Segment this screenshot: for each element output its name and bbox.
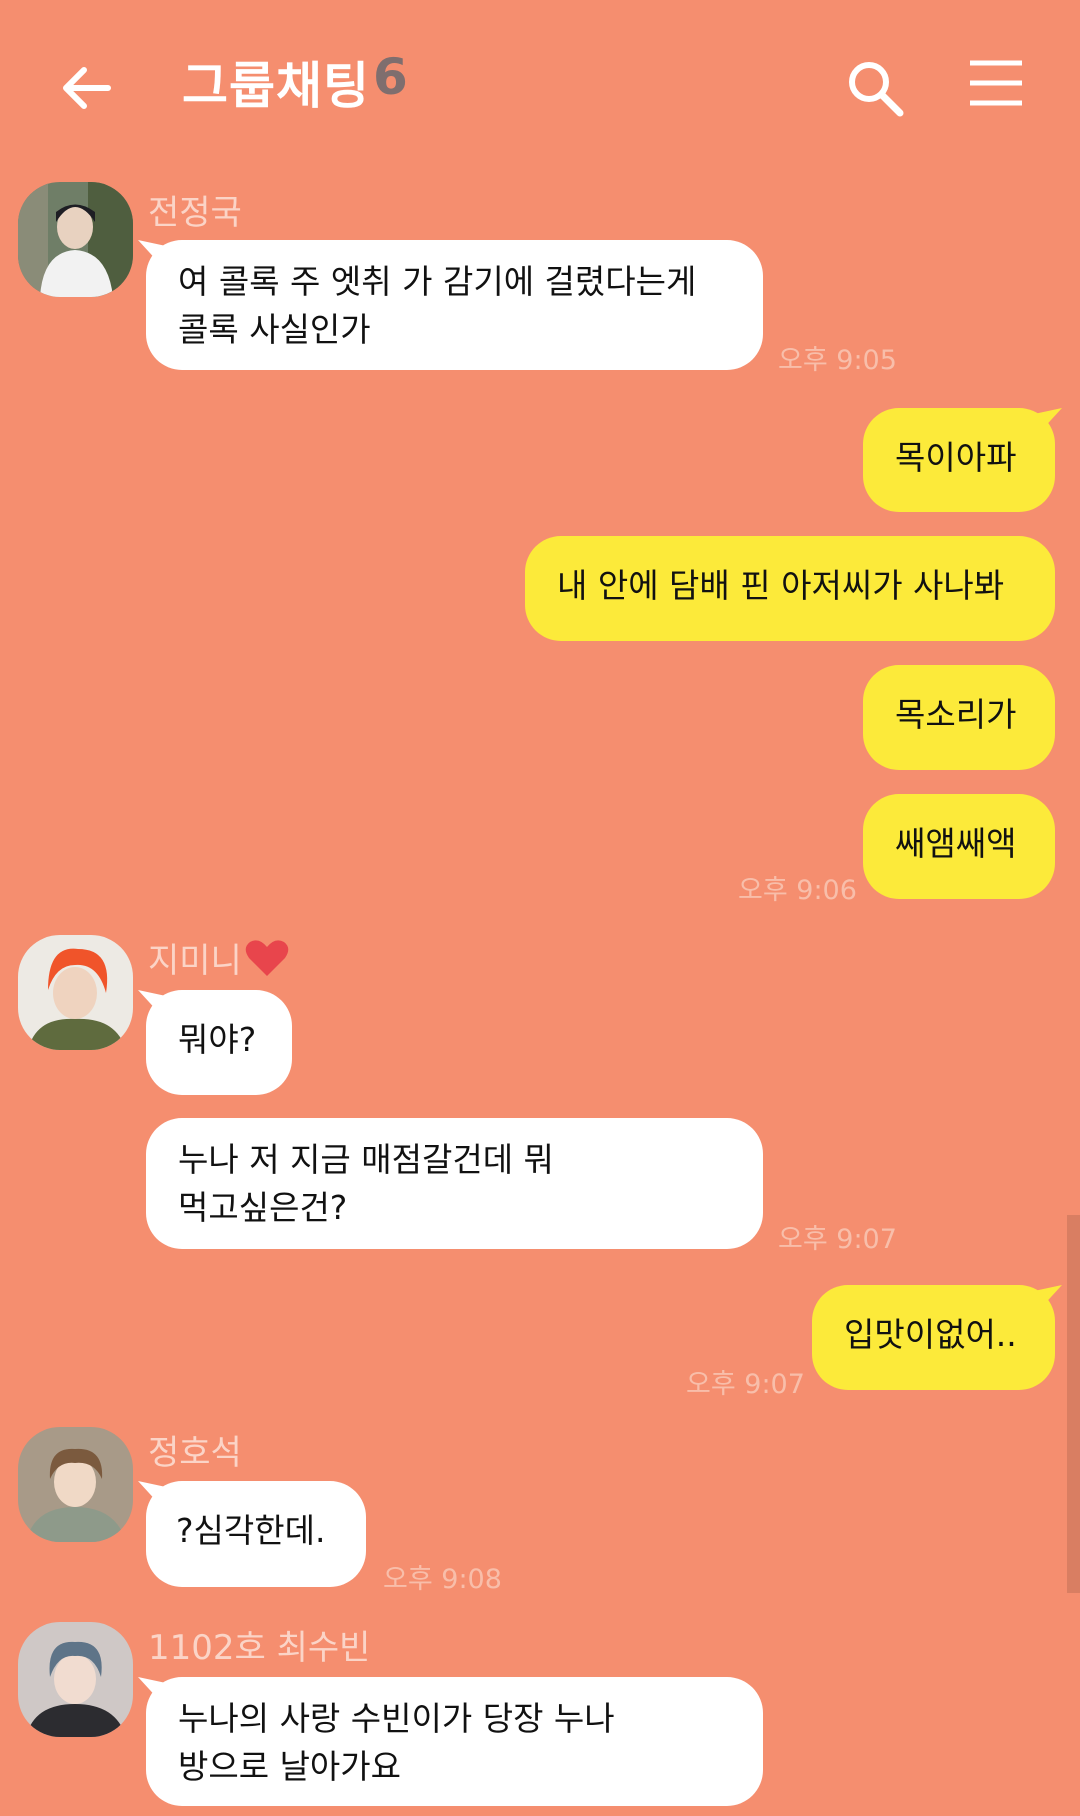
sender-name: 전정국 xyxy=(148,193,242,233)
bubble-tail xyxy=(138,240,166,264)
message-bubble[interactable]: 뭐야? xyxy=(146,990,292,1095)
message-time: 오후 9:06 xyxy=(738,875,857,906)
message-bubble[interactable]: 목이아파 xyxy=(863,408,1055,512)
avatar-soobin[interactable] xyxy=(18,1622,133,1737)
message-bubble[interactable]: 쌔앰쌔액 xyxy=(863,794,1055,899)
message-text: 내 안에 담배 핀 아저씨가 사나봐 xyxy=(557,566,1005,605)
bubble-tail xyxy=(138,1481,166,1505)
chat-header: 그룹채팅 6 xyxy=(0,0,1080,170)
message-text: 목이아파 xyxy=(895,438,1017,477)
avatar-hoseok[interactable] xyxy=(18,1427,133,1542)
hamburger-menu-icon[interactable] xyxy=(968,58,1024,108)
scrollbar[interactable] xyxy=(1067,1215,1080,1593)
message-bubble[interactable]: 목소리가 xyxy=(863,665,1055,770)
sender-name: 정호석 xyxy=(148,1433,242,1473)
heart-icon xyxy=(245,940,289,976)
member-count: 6 xyxy=(373,48,408,106)
message-text: 뭐야? xyxy=(178,1020,257,1059)
avatar-jimin[interactable] xyxy=(18,935,133,1050)
bubble-tail xyxy=(138,1677,166,1701)
message-time: 오후 9:05 xyxy=(778,345,897,376)
sender-name: 1102호 최수빈 xyxy=(148,1628,371,1668)
avatar-jungkook[interactable] xyxy=(18,182,133,297)
message-text: 입맛이없어.. xyxy=(844,1315,1017,1354)
sender-name: 지미니 xyxy=(148,933,290,982)
message-bubble[interactable]: 입맛이없어.. xyxy=(812,1285,1055,1390)
message-time: 오후 9:07 xyxy=(778,1224,897,1255)
message-text: 목소리가 xyxy=(895,695,1017,734)
message-text: 쌔앰쌔액 xyxy=(895,824,1017,863)
message-text: 여 콜록 주 엣취 가 감기에 걸렸다는게 콜록 사실인가 xyxy=(178,262,697,349)
message-bubble[interactable]: ?심각한데. xyxy=(146,1481,366,1587)
search-icon[interactable] xyxy=(845,58,905,118)
message-bubble[interactable]: 여 콜록 주 엣취 가 감기에 걸렸다는게 콜록 사실인가 xyxy=(146,240,763,370)
chat-title: 그룹채팅 xyxy=(182,57,370,115)
bubble-tail xyxy=(1034,1285,1062,1309)
message-bubble[interactable]: 누나의 사랑 수빈이가 당장 누나 방으로 날아가요 xyxy=(146,1677,763,1806)
bubble-tail xyxy=(138,990,166,1014)
message-text: 누나의 사랑 수빈이가 당장 누나 방으로 날아가요 xyxy=(178,1699,615,1786)
sender-name-text: 지미니 xyxy=(148,941,242,981)
message-time: 오후 9:07 xyxy=(686,1369,805,1400)
message-time: 오후 9:08 xyxy=(383,1564,502,1595)
arrow-left-icon[interactable] xyxy=(56,58,116,118)
message-text: 누나 저 지금 매점갈건데 뭐 먹고싶은건? xyxy=(178,1140,554,1227)
bubble-tail xyxy=(1034,408,1062,432)
message-bubble[interactable]: 내 안에 담배 핀 아저씨가 사나봐 xyxy=(525,536,1055,641)
message-text: ?심각한데. xyxy=(176,1511,326,1550)
message-bubble[interactable]: 누나 저 지금 매점갈건데 뭐 먹고싶은건? xyxy=(146,1118,763,1249)
